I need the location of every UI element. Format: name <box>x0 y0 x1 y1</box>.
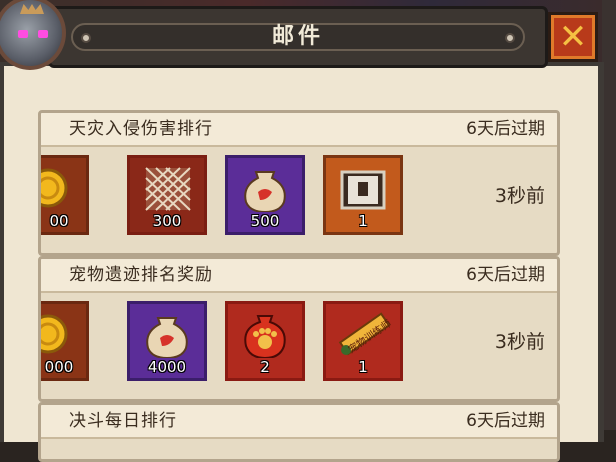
mail-panel: 天灾入侵伤害排行 6天后过期 00 300 500 1 3秒前 宠物遗迹排名奖励… <box>0 62 604 462</box>
mail-title: 决斗每日排行 <box>69 411 177 431</box>
reward-item[interactable]: 4000 <box>127 301 207 381</box>
close-icon: ✕ <box>558 17 588 57</box>
pouch-icon <box>146 317 188 358</box>
mail-title: 宠物遗迹排名奖励 <box>69 265 213 285</box>
crown-icon <box>20 4 44 14</box>
reward-count: 1 <box>358 358 368 376</box>
eye-icon <box>18 30 28 38</box>
reward-list: 00 300 500 1 3秒前 <box>41 147 557 239</box>
pouch-icon <box>244 171 286 212</box>
eye-icon <box>38 30 48 38</box>
reward-item[interactable]: 2 <box>225 301 305 381</box>
chest-icon <box>340 170 386 210</box>
reward-count: 000 <box>44 358 74 376</box>
reward-item[interactable]: 000 <box>41 301 89 381</box>
reward-count: 2 <box>260 358 270 376</box>
mail-time: 3秒前 <box>494 331 545 353</box>
reward-item[interactable]: 500 <box>225 155 305 235</box>
mail-time: 3秒前 <box>494 185 545 207</box>
reward-item[interactable]: 00 <box>41 155 89 235</box>
mail-title: 天灾入侵伤害排行 <box>69 119 213 139</box>
reward-count: 1 <box>358 212 368 230</box>
reward-count: 00 <box>49 212 69 230</box>
net-icon <box>145 167 191 211</box>
page-title: 邮件 <box>271 24 324 49</box>
title-bar: 邮件 <box>48 6 548 68</box>
reward-count: 300 <box>152 212 182 230</box>
mail-expiry: 6天后过期 <box>466 411 545 431</box>
reward-item[interactable]: 宠物训练师 1 <box>323 301 403 381</box>
reward-list: 000 4000 2 宠物训练师 1 3秒前 <box>41 293 557 385</box>
mail-expiry: 6天后过期 <box>466 119 545 139</box>
mail-header: 天灾入侵伤害排行 6天后过期 <box>41 113 557 147</box>
mail-expiry: 6天后过期 <box>466 265 545 285</box>
game-background-edge <box>602 0 616 430</box>
reward-item[interactable]: 1 <box>323 155 403 235</box>
reward-count: 4000 <box>147 358 187 376</box>
mail-item[interactable]: 宠物遗迹排名奖励 6天后过期 000 4000 2 宠物训练师 1 3秒前 <box>38 256 560 402</box>
close-button[interactable]: ✕ <box>548 12 598 62</box>
reward-item[interactable]: 300 <box>127 155 207 235</box>
mail-item[interactable]: 决斗每日排行 6天后过期 <box>38 402 560 462</box>
mail-header: 宠物遗迹排名奖励 6天后过期 <box>41 259 557 293</box>
mail-item[interactable]: 天灾入侵伤害排行 6天后过期 00 300 500 1 3秒前 <box>38 110 560 256</box>
paw-bag-icon <box>244 315 286 358</box>
reward-count: 500 <box>250 212 280 230</box>
gold-coin-icon <box>41 314 68 354</box>
mail-header: 决斗每日排行 6天后过期 <box>41 405 557 439</box>
gold-coin-icon <box>41 168 68 208</box>
